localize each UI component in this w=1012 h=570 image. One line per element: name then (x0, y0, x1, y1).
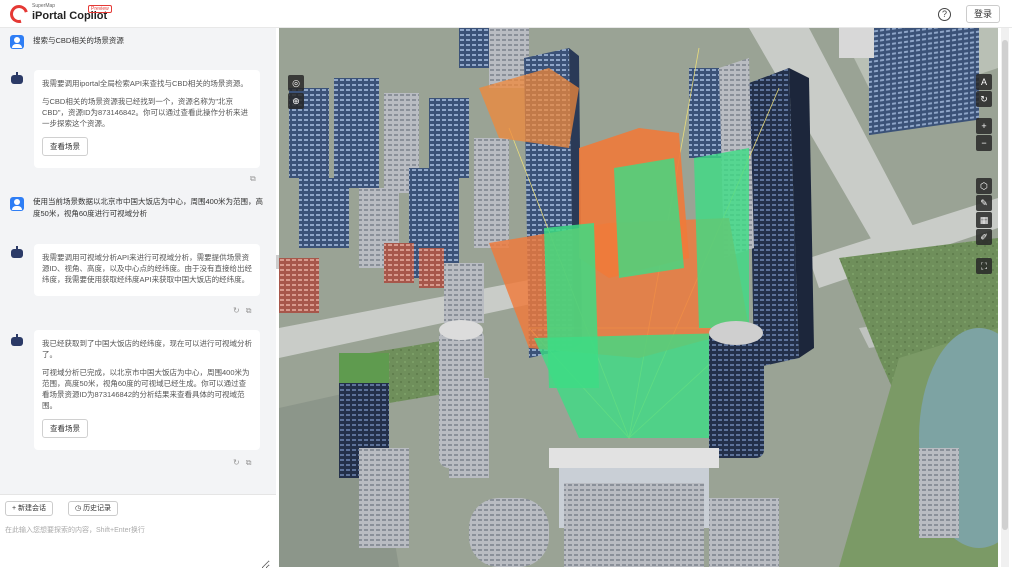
top-header: SuperMap iPortal Copilot Preview ? 登录 (0, 0, 1012, 28)
zoom-in-icon[interactable]: + (976, 118, 992, 134)
compass-icon[interactable]: ◎ (288, 75, 304, 91)
fullscreen-icon[interactable]: ⛶ (976, 258, 992, 274)
copy-icon[interactable]: ⧉ (246, 458, 258, 467)
bot-paragraph: 与CBD相关的场景资源我已经找到一个，资源名称为"北京CBD"，资源ID为873… (42, 97, 249, 128)
bot-paragraph: 可视域分析已完成，以北京市中国大饭店为中心，周围400米为范围，高度50米，视角… (42, 368, 250, 410)
bot-message-card: 我需要调用iportal全局检索API来查找与CBD相关的场景资源。 与CBD相… (34, 70, 260, 168)
brand-badge: Preview (88, 5, 112, 13)
zoom-out-icon[interactable]: − (976, 135, 992, 151)
user-avatar (10, 197, 24, 211)
brand-logo-icon (6, 1, 32, 27)
cube-icon[interactable]: ⬡ (976, 178, 992, 194)
draw-icon[interactable]: ✐ (976, 229, 992, 245)
message-actions: ↻⧉ (233, 458, 257, 468)
scene-render (279, 28, 998, 567)
bot-paragraph: 我需要调用可视域分析API来进行可视域分析，需要提供场景资源ID、视角、高度，以… (42, 253, 252, 284)
refresh-icon[interactable]: ↻ (233, 306, 246, 315)
new-chat-button[interactable]: + 新建会话 (5, 501, 54, 516)
help-icon[interactable]: ? (938, 8, 951, 21)
user-message: 搜索与CBD相关的场景资源 (33, 36, 124, 45)
chat-panel: 搜索与CBD相关的场景资源 我需要调用iportal全局检索API来查找与CBD… (0, 28, 276, 570)
brand-small: SuperMap (32, 3, 56, 9)
chat-footer: + 新建会话 ◷ 历史记录 I ➤ (0, 494, 276, 570)
ruler-icon[interactable]: ✎ (976, 195, 992, 211)
grid-icon[interactable]: ▦ (976, 212, 992, 228)
refresh-icon[interactable]: ↻ (233, 458, 246, 467)
message-actions: ↻⧉ (233, 306, 257, 316)
3d-scene-viewport[interactable]: ◎ ⊕ A ↻ + − ⬡ ✎ ▦ ✐ ⛶ (279, 28, 998, 567)
copy-icon[interactable]: ⧉ (250, 174, 262, 184)
location-icon[interactable]: ⊕ (288, 93, 304, 109)
copy-icon[interactable]: ⧉ (246, 306, 258, 315)
view-scene-button[interactable]: 查看场景 (42, 137, 88, 156)
app-root: SuperMap iPortal Copilot Preview ? 登录 搜索… (0, 0, 1012, 570)
refresh-icon[interactable]: ↻ (976, 91, 992, 107)
history-label: 历史记录 (83, 505, 112, 512)
font-icon[interactable]: A (976, 74, 992, 90)
bot-message-card: 我已经获取到了中国大饭店的经纬度，现在可以进行可视域分析了。 可视域分析已完成，… (34, 330, 260, 450)
user-message: 使用当前场景数据以北京市中国大饭店为中心，周围400米为范围，高度50米，视角6… (33, 197, 264, 218)
history-button[interactable]: ◷ 历史记录 (68, 501, 119, 516)
bot-avatar (10, 246, 24, 260)
view-scene-button[interactable]: 查看场景 (42, 419, 88, 438)
bot-avatar (10, 72, 24, 86)
bot-message-card: 我需要调用可视域分析API来进行可视域分析，需要提供场景资源ID、视角、高度，以… (34, 244, 260, 296)
chat-input[interactable] (5, 525, 270, 569)
bot-paragraph: 我已经获取到了中国大饭店的经纬度，现在可以进行可视域分析了。 (42, 339, 252, 359)
bot-paragraph: 我需要调用iportal全局检索API来查找与CBD相关的场景资源。 (42, 79, 248, 88)
history-icon: ◷ (75, 505, 84, 512)
page-scrollbar-thumb[interactable] (1002, 40, 1008, 530)
user-avatar (10, 35, 24, 49)
login-button[interactable]: 登录 (966, 5, 1000, 23)
bot-avatar (10, 334, 24, 348)
